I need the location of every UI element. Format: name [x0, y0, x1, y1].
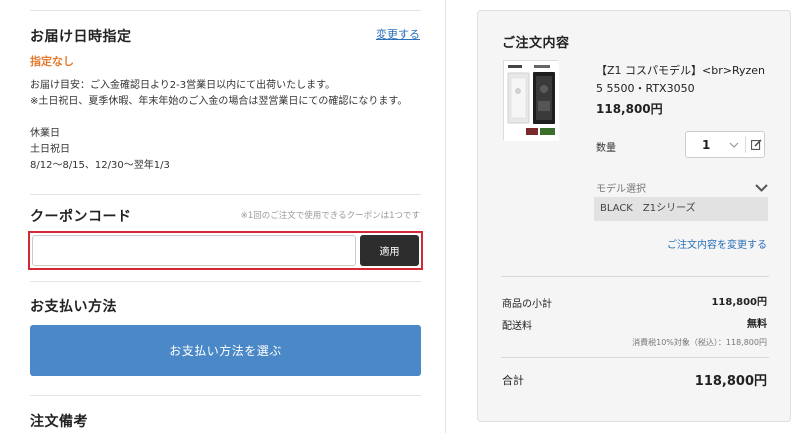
divider	[30, 10, 421, 11]
delivery-date-value: 指定なし	[30, 55, 74, 68]
holidays-line-1: 土日祝日	[30, 144, 70, 155]
chevron-down-icon	[726, 142, 741, 148]
shipping-label: 配送料	[502, 321, 532, 332]
delivery-holiday-note: ※土日祝日、夏季休暇、年末年始のご入金の場合は翌営業日にての確認になります。	[30, 96, 408, 107]
holidays-line-2: 8/12〜8/15、12/30〜翌年1/3	[30, 160, 170, 171]
subtotal-value: 118,800円	[711, 297, 767, 308]
product-thumbnail	[503, 60, 559, 141]
divider	[501, 276, 769, 277]
coupon-note: ※1回のご注文で使用できるクーポンは1つです	[240, 211, 420, 221]
model-select-value: BLACK Z1シリーズ	[594, 197, 768, 221]
model-select-label: モデル選択	[596, 184, 646, 195]
shipping-value: 無料	[747, 319, 767, 330]
pencil-edit-icon[interactable]	[749, 139, 764, 150]
quantity-value: 1	[701, 137, 711, 152]
apply-coupon-button[interactable]: 適用	[360, 235, 419, 266]
delivery-estimate-note: お届け目安：ご入金確認日より2-3営業日以内にて出荷いたします。	[30, 80, 336, 91]
quantity-label: 数量	[596, 143, 616, 154]
coupon-code-input[interactable]	[32, 235, 356, 266]
holidays-title: 休業日	[30, 128, 60, 139]
order-summary-panel: ご注文内容 【Z1 コスパモデル】<br>Ryzen 5 5500・RTX305…	[477, 10, 791, 422]
select-payment-method-button[interactable]: お支払い方法を選ぶ	[30, 325, 421, 376]
product-name: 【Z1 コスパモデル】<br>Ryzen 5 5500・RTX3050	[596, 64, 766, 95]
change-delivery-link[interactable]: 変更する	[376, 26, 420, 42]
tax-note: 消費税10%対象（税込）：118,800円	[632, 338, 767, 347]
divider	[30, 395, 421, 396]
checkout-form-column: お届け日時指定 変更する 指定なし お届け目安：ご入金確認日より2-3営業日以内…	[0, 0, 446, 433]
chevron-down-icon[interactable]	[755, 177, 768, 196]
divider	[30, 194, 421, 195]
delivery-section-title: お届け日時指定	[30, 29, 132, 45]
coupon-section-title: クーポンコード	[30, 209, 132, 225]
payment-section-title: お支払い方法	[30, 299, 117, 315]
divider	[501, 357, 769, 358]
edit-order-link[interactable]: ご注文内容を変更する	[667, 236, 767, 251]
divider	[744, 136, 746, 153]
product-price: 118,800円	[596, 102, 663, 116]
total-label: 合計	[502, 374, 524, 387]
coupon-field-group: 適用	[28, 231, 423, 270]
order-note-section-title: 注文備考	[30, 414, 88, 430]
order-summary-title: ご注文内容	[502, 36, 570, 51]
quantity-select[interactable]: 1	[685, 131, 765, 158]
divider	[30, 281, 421, 282]
total-value: 118,800円	[694, 374, 767, 389]
subtotal-label: 商品の小計	[502, 299, 552, 310]
pc-case-image	[504, 61, 559, 141]
